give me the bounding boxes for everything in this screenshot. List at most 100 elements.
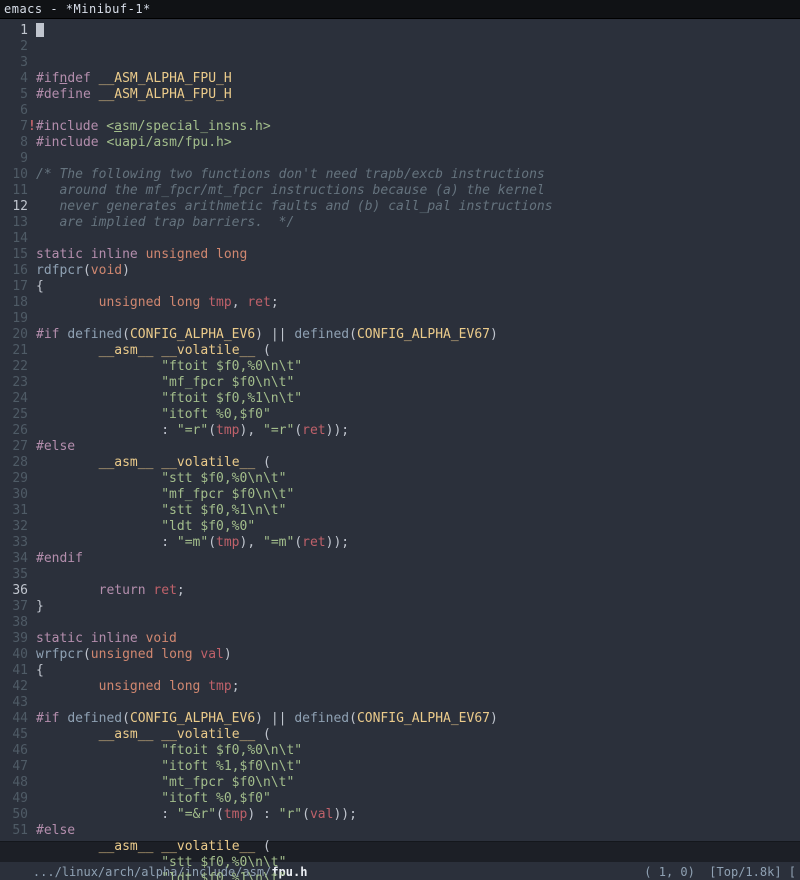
code-line[interactable]: #if defined(CONFIG_ALPHA_EV6) || defined… <box>36 327 800 343</box>
code-line[interactable] <box>36 103 800 119</box>
token: "mt_fpcr $f0\n\t" <box>161 775 294 790</box>
line-number: 19 <box>0 311 28 327</box>
token: CONFIG_ALPHA_EV67 <box>357 327 490 342</box>
code-line[interactable]: "ftoit $f0,%0\n\t" <box>36 359 800 375</box>
code-line[interactable]: unsigned long tmp; <box>36 679 800 695</box>
code-line[interactable]: !#include <asm/special_insns.h> <box>36 119 800 135</box>
token: "stt $f0,%1\n\t" <box>161 503 286 518</box>
line-number: 36 <box>0 583 28 599</box>
code-line[interactable]: "ftoit $f0,%0\n\t" <box>36 743 800 759</box>
code-line[interactable]: #if defined(CONFIG_ALPHA_EV6) || defined… <box>36 711 800 727</box>
token: sm/special_insns.h> <box>122 119 271 134</box>
token: def <box>67 71 98 86</box>
code-line[interactable]: __asm__ __volatile__ ( <box>36 839 800 855</box>
line-number: 40 <box>0 647 28 663</box>
code-line[interactable]: "mf_fpcr $f0\n\t" <box>36 375 800 391</box>
code-line[interactable]: #else <box>36 439 800 455</box>
code-line[interactable]: : "=m"(tmp), "=m"(ret)); <box>36 535 800 551</box>
code-line[interactable]: are implied trap barriers. */ <box>36 215 800 231</box>
token: ( <box>122 327 130 342</box>
token: #endif <box>36 551 83 566</box>
code-line[interactable]: #endif <box>36 551 800 567</box>
code-line[interactable]: static inline void <box>36 631 800 647</box>
line-number: 23 <box>0 375 28 391</box>
code-line[interactable]: "mt_fpcr $f0\n\t" <box>36 775 800 791</box>
token: rdfpcr <box>36 263 83 278</box>
code-line[interactable]: "itoft %0,$f0" <box>36 407 800 423</box>
token: CONFIG_ALPHA_EV6 <box>130 711 255 726</box>
code-line[interactable]: static inline unsigned long <box>36 247 800 263</box>
code-line[interactable]: around the mf_fpcr/mt_fpcr instructions … <box>36 183 800 199</box>
token: defined <box>294 327 349 342</box>
code-line[interactable]: #else <box>36 823 800 839</box>
line-number: 49 <box>0 791 28 807</box>
code-line[interactable]: "mf_fpcr $f0\n\t" <box>36 487 800 503</box>
token: ( <box>302 807 310 822</box>
code-line[interactable]: /* The following two functions don't nee… <box>36 167 800 183</box>
token: tmp <box>208 679 231 694</box>
code-line[interactable]: rdfpcr(void) <box>36 263 800 279</box>
token: defined <box>294 711 349 726</box>
token <box>36 407 161 422</box>
token: static inline <box>36 247 138 262</box>
code-line[interactable]: __asm__ __volatile__ ( <box>36 343 800 359</box>
token: ( <box>122 711 130 726</box>
code-line[interactable] <box>36 615 800 631</box>
code-line[interactable]: "stt $f0,%0\n\t" <box>36 855 800 871</box>
code-line[interactable]: "stt $f0,%0\n\t" <box>36 471 800 487</box>
code-line[interactable]: #define __ASM_ALPHA_FPU_H <box>36 87 800 103</box>
code-line[interactable] <box>36 231 800 247</box>
code-line[interactable]: "ftoit $f0,%1\n\t" <box>36 391 800 407</box>
line-number: 42 <box>0 679 28 695</box>
token <box>36 359 161 374</box>
code-line[interactable]: wrfpcr(unsigned long val) <box>36 647 800 663</box>
code-line[interactable]: never generates arithmetic faults and (b… <box>36 199 800 215</box>
line-number: 28 <box>0 455 28 471</box>
token: ), <box>240 535 263 550</box>
token: "ftoit $f0,%0\n\t" <box>161 359 302 374</box>
editor-pane[interactable]: 1234567891011121314151617181920212223242… <box>0 19 800 841</box>
line-number: 13 <box>0 215 28 231</box>
code-line[interactable]: { <box>36 279 800 295</box>
code-area[interactable]: #ifndef __ASM_ALPHA_FPU_H#define __ASM_A… <box>36 19 800 841</box>
code-line[interactable]: "itoft %0,$f0" <box>36 791 800 807</box>
code-line[interactable]: __asm__ __volatile__ ( <box>36 727 800 743</box>
code-line[interactable]: return ret; <box>36 583 800 599</box>
code-line[interactable]: #ifndef __ASM_ALPHA_FPU_H <box>36 71 800 87</box>
token: ( <box>216 807 224 822</box>
code-line[interactable] <box>36 567 800 583</box>
token: "itoft %0,$f0" <box>161 407 271 422</box>
token: ) <box>490 711 498 726</box>
code-line[interactable]: : "=&r"(tmp) : "r"(val)); <box>36 807 800 823</box>
token <box>36 503 161 518</box>
code-line[interactable]: "ldt $f0,%1\n\t" <box>36 871 800 880</box>
token: tmp <box>224 807 247 822</box>
code-line[interactable]: unsigned long tmp, ret; <box>36 295 800 311</box>
code-line[interactable]: "itoft %1,$f0\n\t" <box>36 759 800 775</box>
token: __volatile__ <box>161 839 255 854</box>
token: "r" <box>279 807 302 822</box>
code-line[interactable]: "ldt $f0,%0" <box>36 519 800 535</box>
token: "=&r" <box>177 807 216 822</box>
code-line[interactable] <box>36 151 800 167</box>
token: "stt $f0,%0\n\t" <box>161 855 286 870</box>
token: val <box>310 807 333 822</box>
token <box>138 631 146 646</box>
token: ( <box>208 423 216 438</box>
code-line[interactable] <box>36 311 800 327</box>
line-number: 10 <box>0 167 28 183</box>
code-line[interactable]: } <box>36 599 800 615</box>
code-line[interactable]: #include <uapi/asm/fpu.h> <box>36 135 800 151</box>
code-line[interactable] <box>36 695 800 711</box>
line-number: 6 <box>0 103 28 119</box>
token: static inline <box>36 631 138 646</box>
token: "itoft %0,$f0" <box>161 791 271 806</box>
token: #else <box>36 823 75 838</box>
line-number: 45 <box>0 727 28 743</box>
code-line[interactable]: : "=r"(tmp), "=r"(ret)); <box>36 423 800 439</box>
code-line[interactable]: { <box>36 663 800 679</box>
code-line[interactable]: "stt $f0,%1\n\t" <box>36 503 800 519</box>
line-number: 5 <box>0 87 28 103</box>
code-line[interactable]: __asm__ __volatile__ ( <box>36 455 800 471</box>
token: "ldt $f0,%0" <box>161 519 255 534</box>
